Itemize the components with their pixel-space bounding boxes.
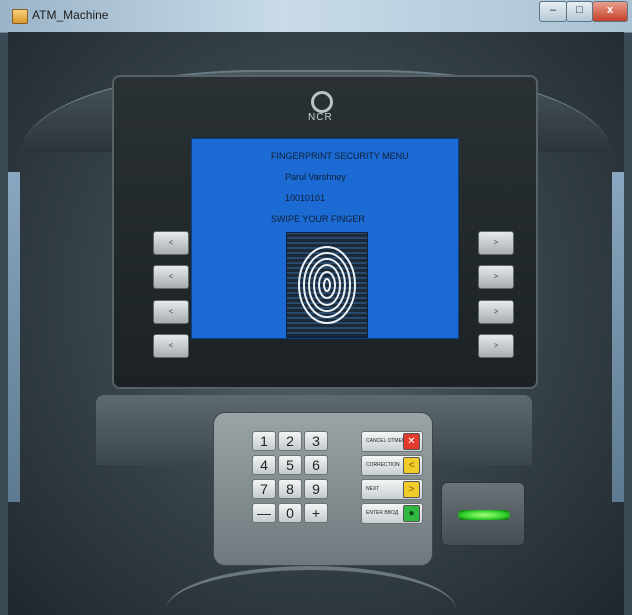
enter-icon: ● — [403, 505, 420, 522]
minimize-button[interactable]: – — [539, 1, 567, 22]
card-reader-light-icon — [458, 510, 510, 520]
background-left — [8, 172, 20, 502]
correction-label: CORRECTION — [366, 462, 400, 468]
key-1[interactable]: 1 — [252, 431, 276, 451]
maximize-button[interactable]: □ — [566, 1, 593, 22]
key-6[interactable]: 6 — [304, 455, 328, 475]
screen-account-id: 10010101 — [285, 193, 326, 203]
next-label: NEXT — [366, 486, 380, 492]
left-side-button-2[interactable]: < — [153, 265, 189, 289]
brand-name: NCR — [308, 112, 333, 123]
background-right — [612, 172, 624, 502]
right-side-button-1[interactable]: > — [478, 231, 514, 255]
key-plus[interactable]: + — [304, 503, 328, 523]
close-button[interactable]: x — [592, 1, 628, 22]
cancel-button[interactable]: CANCEL OTMEHA ✕ — [361, 431, 423, 452]
key-3[interactable]: 3 — [304, 431, 328, 451]
key-minus[interactable]: — — [252, 503, 276, 523]
right-side-button-2[interactable]: > — [478, 265, 514, 289]
left-side-button-1[interactable]: < — [153, 231, 189, 255]
screen-instruction: SWIPE YOUR FINGER — [271, 214, 365, 224]
enter-label: ENTER BBOД — [366, 510, 399, 516]
screen-menu-title: FINGERPRINT SECURITY MENU — [271, 151, 409, 161]
correction-button[interactable]: CORRECTION < — [361, 455, 423, 476]
key-5[interactable]: 5 — [278, 455, 302, 475]
next-icon: > — [403, 481, 420, 498]
fingerprint-icon — [298, 246, 356, 324]
cancel-icon: ✕ — [403, 433, 420, 450]
left-side-button-3[interactable]: < — [153, 300, 189, 324]
correction-icon: < — [403, 457, 420, 474]
key-9[interactable]: 9 — [304, 479, 328, 499]
atm-screen: FINGERPRINT SECURITY MENU Parul Varshney… — [191, 138, 459, 339]
key-2[interactable]: 2 — [278, 431, 302, 451]
title-bar: ATM_Machine – □ x — [0, 0, 632, 33]
window-title: ATM_Machine — [32, 8, 109, 22]
next-button[interactable]: NEXT > — [361, 479, 423, 500]
app-icon — [12, 9, 28, 24]
key-0[interactable]: 0 — [278, 503, 302, 523]
screen-user-name: Parul Varshney — [285, 172, 346, 182]
key-8[interactable]: 8 — [278, 479, 302, 499]
ncr-logo-icon — [311, 91, 333, 113]
right-side-button-4[interactable]: > — [478, 334, 514, 358]
key-7[interactable]: 7 — [252, 479, 276, 499]
left-side-button-4[interactable]: < — [153, 334, 189, 358]
right-side-button-3[interactable]: > — [478, 300, 514, 324]
keypad: 1 2 3 4 5 6 7 8 9 — 0 + CANCEL OTMEHA ✕ … — [213, 412, 433, 566]
enter-button[interactable]: ENTER BBOД ● — [361, 503, 423, 524]
fingerprint-image — [286, 232, 368, 338]
key-4[interactable]: 4 — [252, 455, 276, 475]
